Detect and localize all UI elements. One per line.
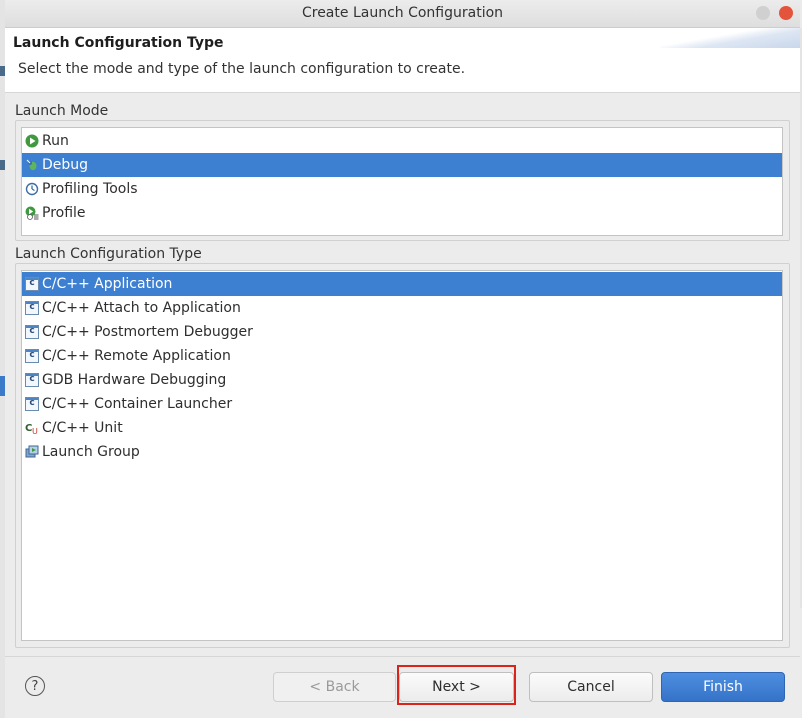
launch-type-cpp-attach[interactable]: c C/C++ Attach to Application bbox=[22, 296, 782, 320]
c-application-icon: c bbox=[25, 373, 39, 387]
help-button[interactable]: ? bbox=[25, 676, 45, 696]
launch-type-cpp-container[interactable]: c C/C++ Container Launcher bbox=[22, 392, 782, 416]
launch-mode-list[interactable]: Run Debug Profiling Tools Profile bbox=[21, 127, 783, 236]
launch-type-label-text: C/C++ Remote Application bbox=[42, 348, 231, 364]
c-application-icon: c bbox=[25, 325, 39, 339]
launch-type-label-text: C/C++ Application bbox=[42, 276, 173, 292]
dialog-header: Launch Configuration Type Select the mod… bbox=[5, 28, 800, 93]
header-title: Launch Configuration Type bbox=[13, 35, 224, 51]
next-button-highlight bbox=[397, 665, 516, 705]
profile-icon bbox=[25, 206, 39, 220]
launch-type-cpp-postmortem[interactable]: c C/C++ Postmortem Debugger bbox=[22, 320, 782, 344]
launch-type-label-text: C/C++ Attach to Application bbox=[42, 300, 241, 316]
c-unit-icon: C U bbox=[25, 423, 38, 435]
launch-mode-label-text: Run bbox=[42, 133, 69, 149]
launch-type-label-text: Launch Group bbox=[42, 444, 140, 460]
debug-icon bbox=[26, 159, 37, 171]
close-button[interactable] bbox=[779, 6, 793, 20]
launch-mode-label-text: Profiling Tools bbox=[42, 181, 138, 197]
launch-type-label-text: C/C++ Postmortem Debugger bbox=[42, 324, 253, 340]
header-description: Select the mode and type of the launch c… bbox=[18, 61, 466, 77]
title-bar[interactable]: Create Launch Configuration bbox=[5, 0, 800, 28]
c-application-icon: c bbox=[25, 277, 39, 291]
cancel-button[interactable]: Cancel bbox=[529, 672, 653, 702]
launch-type-cpp-remote[interactable]: c C/C++ Remote Application bbox=[22, 344, 782, 368]
launch-mode-run[interactable]: Run bbox=[22, 129, 782, 153]
footer-divider bbox=[5, 656, 800, 657]
launch-type-label-text: GDB Hardware Debugging bbox=[42, 372, 227, 388]
launch-type-cpp-application[interactable]: c C/C++ Application bbox=[22, 272, 782, 296]
window-title: Create Launch Configuration bbox=[301, 5, 504, 21]
minimize-button[interactable] bbox=[756, 6, 770, 20]
back-button[interactable]: < Back bbox=[273, 672, 396, 702]
c-application-icon: c bbox=[25, 397, 39, 411]
launch-type-label-text: C/C++ Container Launcher bbox=[42, 396, 233, 412]
svg-text:U: U bbox=[32, 427, 38, 435]
c-application-icon: c bbox=[25, 301, 39, 315]
launch-mode-debug[interactable]: Debug bbox=[22, 153, 782, 177]
launch-type-label-text: C/C++ Unit bbox=[42, 420, 123, 436]
launch-mode-profile[interactable]: Profile bbox=[22, 201, 782, 225]
header-banner-graphic bbox=[660, 28, 800, 48]
launch-type-gdb-hardware[interactable]: c GDB Hardware Debugging bbox=[22, 368, 782, 392]
launch-type-launch-group[interactable]: Launch Group bbox=[22, 440, 782, 464]
profiling-tools-icon bbox=[25, 182, 39, 196]
create-launch-configuration-dialog: Create Launch Configuration Launch Confi… bbox=[5, 0, 800, 718]
launch-type-label: Launch Configuration Type bbox=[15, 246, 202, 262]
launch-mode-label-text: Profile bbox=[42, 205, 86, 221]
launch-type-list[interactable]: c C/C++ Application c C/C++ Attach to Ap… bbox=[21, 270, 783, 641]
c-application-icon: c bbox=[25, 349, 39, 363]
launch-mode-profiling-tools[interactable]: Profiling Tools bbox=[22, 177, 782, 201]
finish-button[interactable]: Finish bbox=[661, 672, 785, 702]
launch-mode-label-text: Debug bbox=[42, 157, 89, 173]
help-icon: ? bbox=[31, 679, 39, 694]
launch-type-cpp-unit[interactable]: C U C/C++ Unit bbox=[22, 416, 782, 440]
launch-mode-label: Launch Mode bbox=[15, 103, 109, 119]
run-icon bbox=[25, 134, 39, 148]
launch-group-icon bbox=[25, 445, 39, 458]
